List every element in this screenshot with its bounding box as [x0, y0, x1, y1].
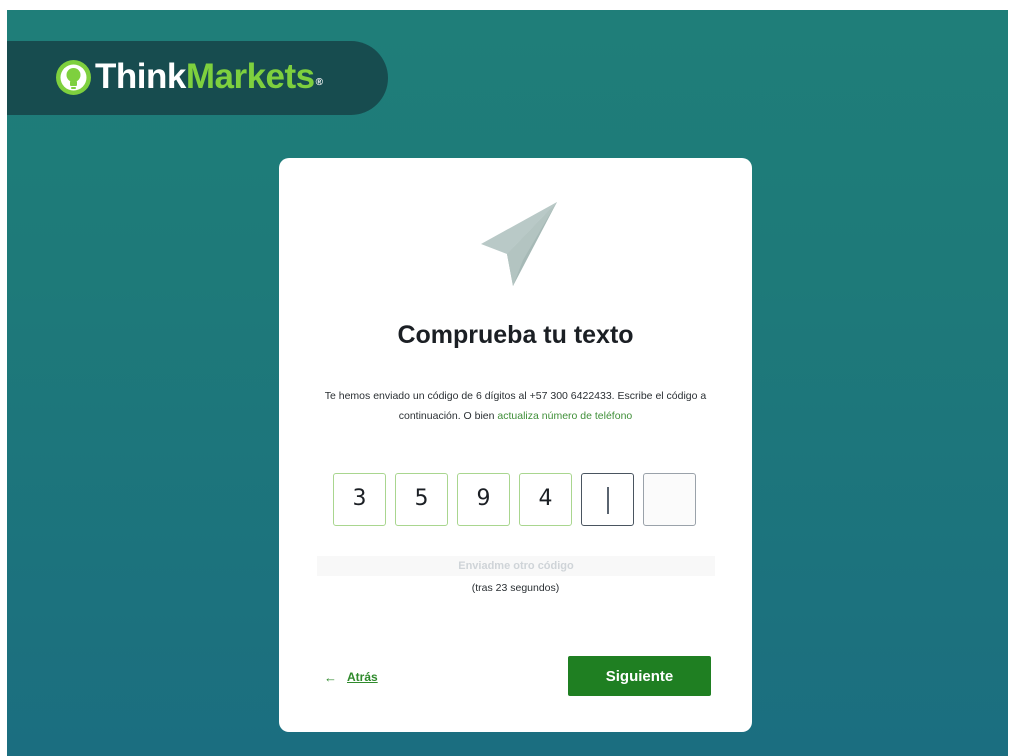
- logo-wordmark: ThinkMarkets®: [95, 55, 323, 99]
- logo-word-think: Think: [95, 57, 186, 96]
- verification-card: Comprueba tu texto Te hemos enviado un c…: [279, 158, 752, 732]
- update-phone-link[interactable]: actualiza número de teléfono: [497, 410, 632, 422]
- paper-plane-icon: [481, 202, 557, 286]
- next-button[interactable]: Siguiente: [568, 656, 711, 696]
- code-digit-6[interactable]: [643, 473, 696, 526]
- logo-banner: ThinkMarkets®: [7, 41, 388, 115]
- back-label: Atrás: [347, 670, 378, 684]
- code-digit-5[interactable]: [581, 473, 634, 526]
- resend-code-button[interactable]: Enviadme otro código: [317, 556, 715, 576]
- background: ThinkMarkets® Comprueba tu texto Te hemo…: [7, 10, 1008, 756]
- page-title: Comprueba tu texto: [397, 321, 634, 349]
- back-link[interactable]: ← Atrás: [324, 668, 378, 686]
- code-digit-1[interactable]: 3: [333, 473, 386, 526]
- logo-word-markets: Markets: [185, 57, 315, 96]
- code-digit-3[interactable]: 9: [457, 473, 510, 526]
- text-caret: [607, 487, 609, 514]
- resend-timer-text: (tras 23 segundos): [471, 582, 560, 594]
- code-digit-4[interactable]: 4: [519, 473, 572, 526]
- instruction-text: Te hemos enviado un código de 6 dígitos …: [319, 386, 712, 426]
- code-input-group: 3 5 9 4: [333, 473, 703, 529]
- lightbulb-logo-icon: [56, 60, 91, 95]
- registered-mark: ®: [315, 77, 323, 88]
- arrow-left-icon: ←: [324, 669, 337, 685]
- code-digit-2[interactable]: 5: [395, 473, 448, 526]
